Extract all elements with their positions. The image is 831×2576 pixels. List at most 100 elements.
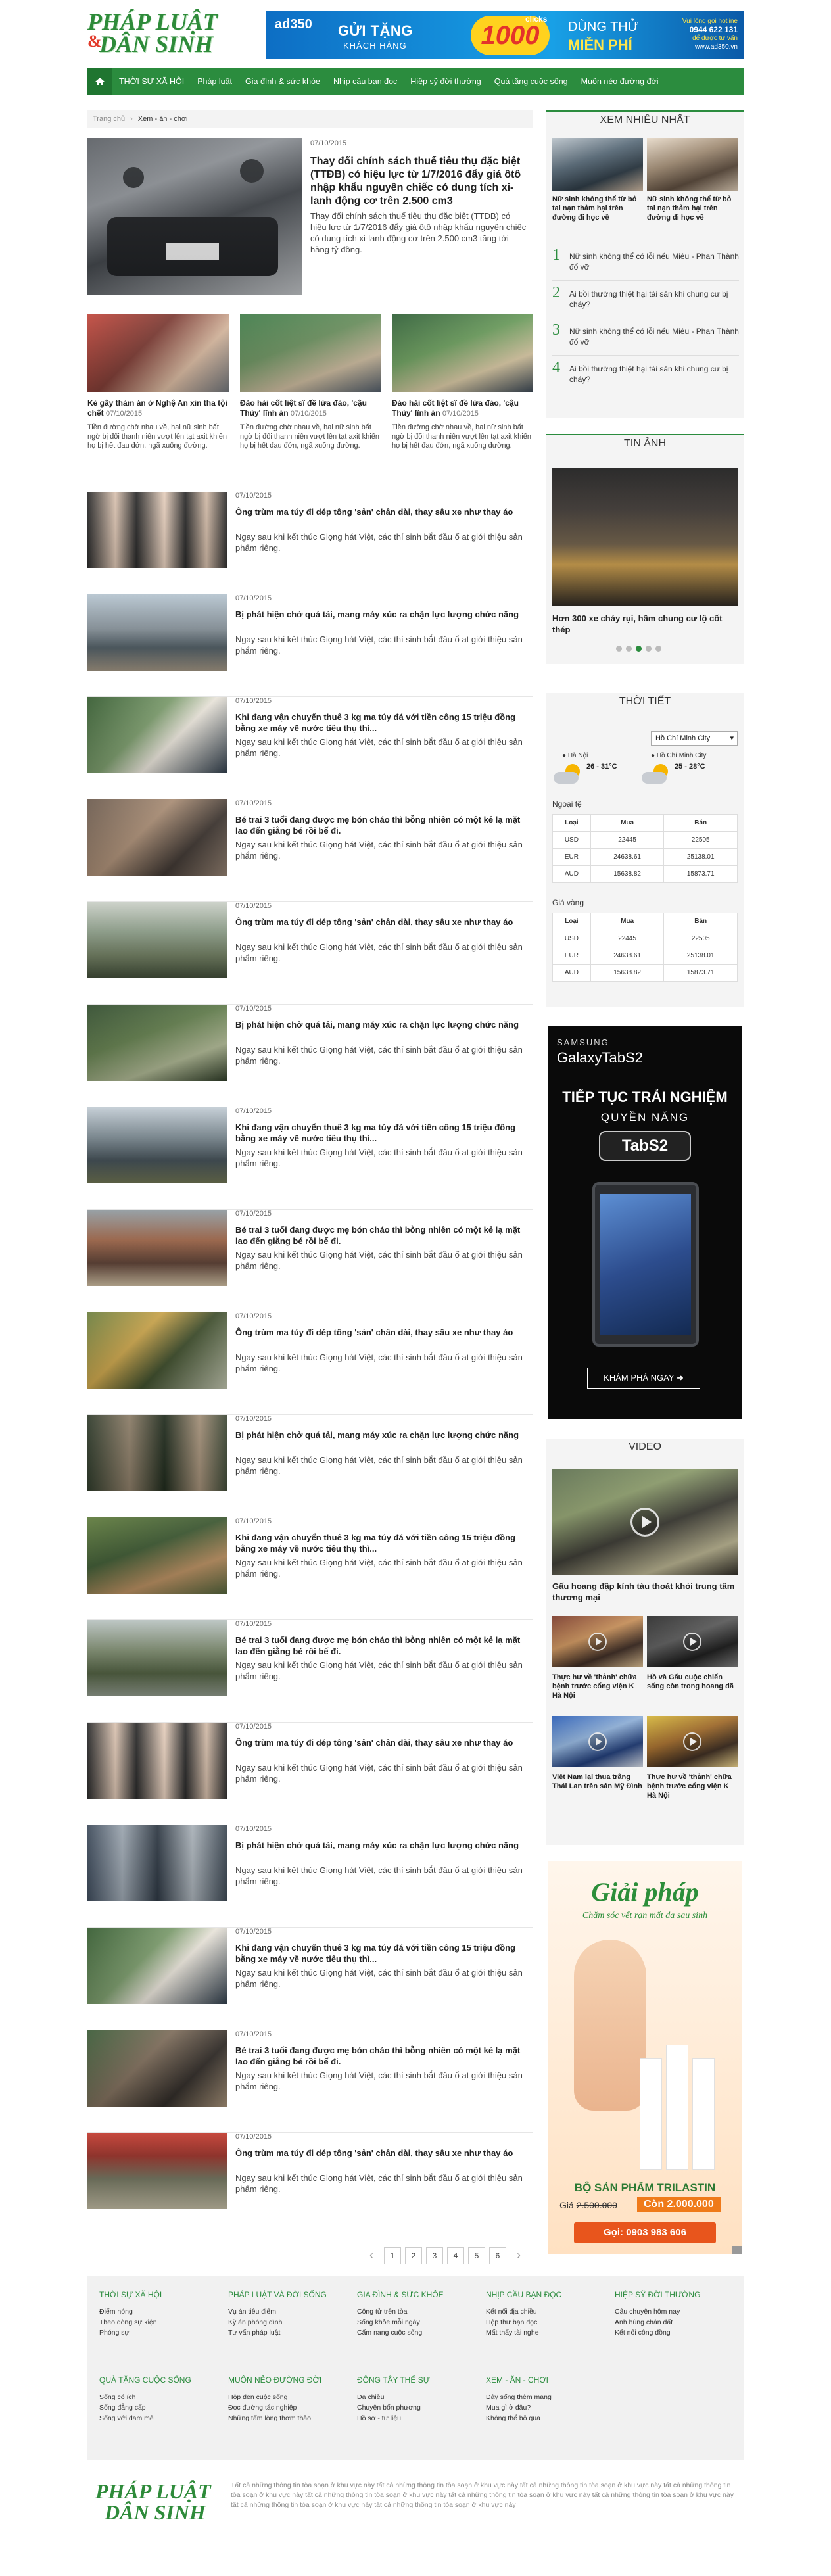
footer-link[interactable]: Vụ án tiêu điểm [228,2306,327,2317]
slide-dot[interactable] [646,646,652,652]
footer-col-heading[interactable]: Gia đình & sức khỏe [357,2289,444,2300]
photo-news-caption[interactable]: Hơn 300 xe cháy rụi, hầm chung cư lộ cốt… [552,613,738,635]
article-image[interactable] [87,492,227,568]
pagination-page[interactable]: 2 [405,2247,422,2264]
footer-link[interactable]: Kết nối địa chiều [486,2306,561,2317]
pagination-next[interactable]: › [510,2247,527,2264]
slide-dot[interactable] [655,646,661,652]
footer-link[interactable]: Chuyện bốn phương [357,2402,430,2413]
slide-dot[interactable] [626,646,632,652]
article-image[interactable] [87,2030,227,2107]
footer-col-heading[interactable]: Xem - ăn - chơi [486,2375,552,2385]
footer-link[interactable]: Hộp đen cuộc sống [228,2392,321,2402]
header-banner-ad[interactable]: ad350 GỬI TẶNG KHÁCH HÀNG 1000 clicks DÙ… [266,11,744,59]
article-title[interactable]: Ông trùm ma túy đi dép tông 'sản' chân d… [235,1327,525,1338]
video-thumbnail[interactable] [647,1716,738,1767]
most-viewed-image[interactable] [552,138,643,191]
sub-article-image[interactable] [392,314,533,392]
ad2-call-button[interactable]: Gọi: 0903 983 606 [574,2222,716,2243]
footer-link[interactable]: Công tử trên tòa [357,2306,444,2317]
sub-article-image[interactable] [240,314,381,392]
footer-logo[interactable]: PHÁP LUẬT DÂN SINH [95,2481,214,2531]
video-caption[interactable]: Hồ và Gấu cuộc chiến sống còn trong hoan… [647,1673,738,1691]
article-title[interactable]: Bé trai 3 tuổi đang được mẹ bón cháo thì… [235,1634,525,1657]
nav-item-gia-dinh[interactable]: Gia đình & sức khỏe [239,68,327,95]
most-viewed-caption[interactable]: Nữ sinh không thể từ bỏ tai nạn thảm hại… [552,195,644,222]
pagination-page[interactable]: 5 [468,2247,485,2264]
footer-col-heading[interactable]: Quà tặng cuộc sống [99,2375,191,2385]
ad-choices-icon[interactable] [732,2246,742,2254]
footer-link[interactable]: Sống có ích [99,2392,191,2402]
video-main-caption[interactable]: Gấu hoang đập kính tàu thoát khỏi trung … [552,1581,738,1603]
article-title[interactable]: Bé trai 3 tuổi đang được mẹ bón cháo thì… [235,2045,525,2067]
samsung-ad[interactable]: SAMSUNG GalaxyTabS2 TIẾP TỤC TRẢI NGHIỆM… [548,1026,742,1419]
footer-link[interactable]: Sống với đam mê [99,2413,191,2423]
site-logo[interactable]: PHÁP LUẬT & DÂN SINH [87,10,219,58]
article-title[interactable]: Khi đang vận chuyển thuê 3 kg ma túy đá … [235,711,525,734]
article-title[interactable]: Bị phát hiện chở quá tải, mang máy xúc r… [235,1840,525,1851]
nav-item-nhip-cau[interactable]: Nhịp cầu bạn đọc [327,68,404,95]
most-viewed-caption[interactable]: Nữ sinh không thể từ bỏ tai nạn thảm hại… [647,195,739,222]
most-viewed-item[interactable]: 1 Nữ sinh không thể có lỗi nếu Miêu - Pha… [552,243,739,281]
nav-item-muon-neo[interactable]: Muôn nẻo đường đời [575,68,665,95]
article-title[interactable]: Khi đang vận chuyển thuê 3 kg ma túy đá … [235,1942,525,1965]
article-title[interactable]: Bị phát hiện chở quá tải, mang máy xúc r… [235,1019,525,1030]
footer-col-heading[interactable]: Đông tây thế sự [357,2375,430,2385]
slide-dot-active[interactable] [636,646,642,652]
nav-item-phap-luat[interactable]: Pháp luật [191,68,239,95]
most-viewed-image[interactable] [647,138,738,191]
video-caption[interactable]: Việt Nam lại thua trắng Thái Lan trên sâ… [552,1773,643,1791]
pagination-page[interactable]: 4 [447,2247,464,2264]
article-image[interactable] [87,1723,227,1799]
article-title[interactable]: Ông trùm ma túy đi dép tông 'sản' chân d… [235,917,525,928]
article-image[interactable] [87,1312,227,1389]
footer-link[interactable]: Hồ sơ - tư liệu [357,2413,430,2423]
article-image[interactable] [87,697,227,773]
footer-link[interactable]: Câu chuyện hôm nay [615,2306,700,2317]
article-title[interactable]: Ông trùm ma túy đi dép tông 'sản' chân d… [235,2147,525,2159]
article-image[interactable] [87,2133,227,2209]
footer-link[interactable]: Cẩm nang cuộc sống [357,2327,444,2338]
nav-item-thoi-su[interactable]: THỜI SỰ XÃ HỘI [112,68,191,95]
article-title[interactable]: Ông trùm ma túy đi dép tông 'sản' chân d… [235,506,525,517]
article-title[interactable]: Ông trùm ma túy đi dép tông 'sản' chân d… [235,1737,525,1748]
footer-link[interactable]: Mất thấy tài nghe [486,2327,561,2338]
footer-link[interactable]: Đa chiều [357,2392,430,2402]
article-title[interactable]: Khi đang vận chuyển thuê 3 kg ma túy đá … [235,1122,525,1144]
sub-article-image[interactable] [87,314,229,392]
article-title[interactable]: Bé trai 3 tuổi đang được mẹ bón cháo thì… [235,814,525,836]
lead-title[interactable]: Thay đổi chính sách thuế tiêu thụ đặc bi… [310,155,533,208]
video-caption[interactable]: Thực hư về 'thảnh' chữa bệnh trước cổng … [647,1773,738,1800]
breadcrumb-home[interactable]: Trang chủ [93,115,125,123]
pagination-page[interactable]: 1 [384,2247,401,2264]
nav-item-hiep-sy[interactable]: Hiệp sỹ đời thường [404,68,487,95]
article-image[interactable] [87,1415,227,1491]
article-title[interactable]: Khi đang vận chuyển thuê 3 kg ma túy đá … [235,1532,525,1554]
slide-dot[interactable] [616,646,622,652]
article-title[interactable]: Bị phát hiện chở quá tải, mang máy xúc r… [235,1429,525,1441]
pagination-prev[interactable]: ‹ [363,2247,380,2264]
article-image[interactable] [87,1825,227,1901]
footer-link[interactable]: Kết nối công đồng [615,2327,700,2338]
footer-link[interactable]: Phóng sự [99,2327,162,2338]
most-viewed-item[interactable]: 3 Nữ sinh không thể có lỗi nếu Miêu - Pha… [552,318,739,356]
footer-link[interactable]: Mua gì ở đâu? [486,2402,552,2413]
article-image[interactable] [87,594,227,671]
city-select[interactable]: Hồ Chí Minh City [651,731,738,746]
most-viewed-item[interactable]: 4 Ai bồi thường thiệt hại tài sản khi chu… [552,356,739,393]
video-thumbnail[interactable] [647,1616,738,1667]
article-title[interactable]: Bị phát hiện chở quá tải, mang máy xúc r… [235,609,525,620]
footer-link[interactable]: Kỳ án phóng đình [228,2317,327,2327]
article-image[interactable] [87,1210,227,1286]
pagination-page[interactable]: 3 [426,2247,443,2264]
footer-col-heading[interactable]: Nhịp cầu bạn đọc [486,2289,561,2300]
footer-link[interactable]: Đọc đường tác nghiệp [228,2402,321,2413]
nav-item-qua-tang[interactable]: Quà tặng cuộc sống [488,68,575,95]
pagination-page[interactable]: 6 [489,2247,506,2264]
lead-article-image[interactable] [87,138,302,295]
article-image[interactable] [87,799,227,876]
article-image[interactable] [87,1005,227,1081]
footer-link[interactable]: Những tấm lòng thơm thảo [228,2413,321,2423]
photo-news-image[interactable] [552,468,738,606]
footer-link[interactable]: Sống đẳng cấp [99,2402,191,2413]
